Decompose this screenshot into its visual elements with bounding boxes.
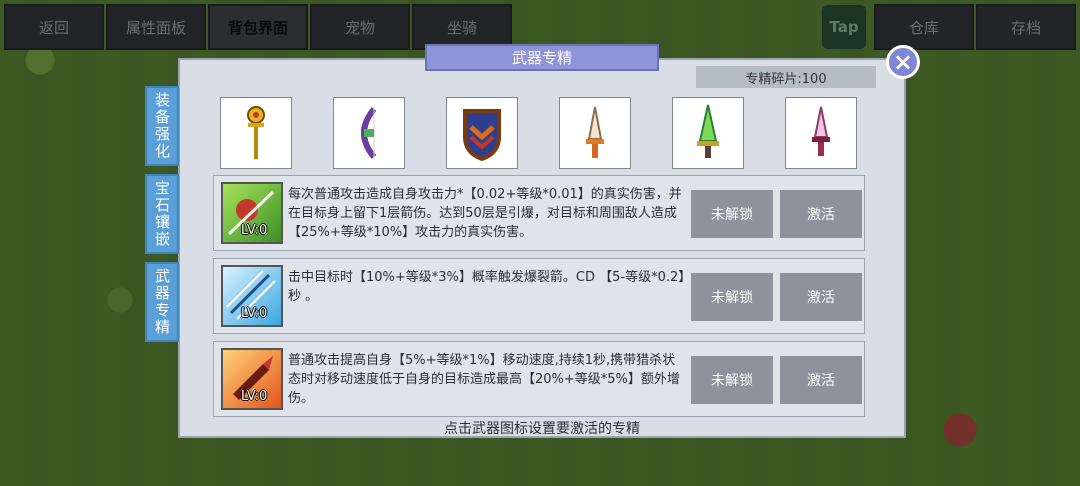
mastery-shards-count: 专精碎片:100 (696, 66, 876, 88)
weapon-slot-6[interactable] (785, 97, 857, 169)
side-tab-equipment-enhance[interactable]: 装备强化 (145, 86, 179, 166)
skill-description: 击中目标时【10%+等级*3%】概率触发爆裂箭。CD 【5-等级*0.2】秒 。 (288, 270, 685, 304)
weapon-slot-3[interactable] (446, 97, 518, 169)
weapon-slot-4[interactable] (559, 97, 631, 169)
close-icon: × (892, 48, 914, 76)
hint-text: 点击武器图标设置要激活的专精 (444, 421, 640, 437)
skill-description: 普通攻击提高自身【5%+等级*1%】移动速度,持续1秒,携带猎杀状态时对移动速度… (288, 353, 680, 406)
ice-arrows-icon: LV:0 (221, 265, 283, 327)
side-tab-weapon-mastery[interactable]: 武器专精 (145, 262, 179, 342)
dagger-icon (586, 106, 604, 158)
activate-button[interactable]: 激活 (780, 356, 862, 404)
activate-button[interactable]: 激活 (780, 273, 862, 321)
apple-arrow-icon: LV:0 (221, 182, 283, 244)
activate-button[interactable]: 激活 (780, 190, 862, 238)
green-sword-icon (697, 104, 719, 158)
skill-row-2: LV:0 击中目标时【10%+等级*3%】概率触发爆裂箭。CD 【5-等级*0.… (213, 258, 865, 334)
skill-level: LV:0 (241, 389, 268, 404)
locked-button[interactable]: 未解锁 (691, 356, 773, 404)
pink-dagger-icon (812, 106, 830, 156)
skill-row-3: LV:0 普通攻击提高自身【5%+等级*1%】移动速度,持续1秒,携带猎杀状态时… (213, 341, 865, 417)
weapon-slot-1[interactable] (220, 97, 292, 169)
close-button[interactable]: × (886, 45, 920, 79)
skill-description: 每次普通攻击造成自身攻击力*【0.02+等级*0.01】的真实伤害，并在目标身上… (288, 187, 682, 240)
skill-level: LV:0 (241, 223, 268, 238)
purple-bow-icon (361, 107, 377, 159)
weapon-slot-2[interactable] (333, 97, 405, 169)
shield-icon (463, 109, 501, 162)
golden-staff-icon (247, 106, 265, 159)
locked-button[interactable]: 未解锁 (691, 190, 773, 238)
fire-blade-icon: LV:0 (221, 348, 283, 410)
side-tab-gem-inlay[interactable]: 宝石镶嵌 (145, 174, 179, 254)
skill-row-1: LV:0 每次普通攻击造成自身攻击力*【0.02+等级*0.01】的真实伤害，并… (213, 175, 865, 251)
dialog-title: 武器专精 (425, 44, 659, 71)
skill-level: LV:0 (241, 306, 268, 321)
locked-button[interactable]: 未解锁 (691, 273, 773, 321)
weapon-slot-5[interactable] (672, 97, 744, 169)
